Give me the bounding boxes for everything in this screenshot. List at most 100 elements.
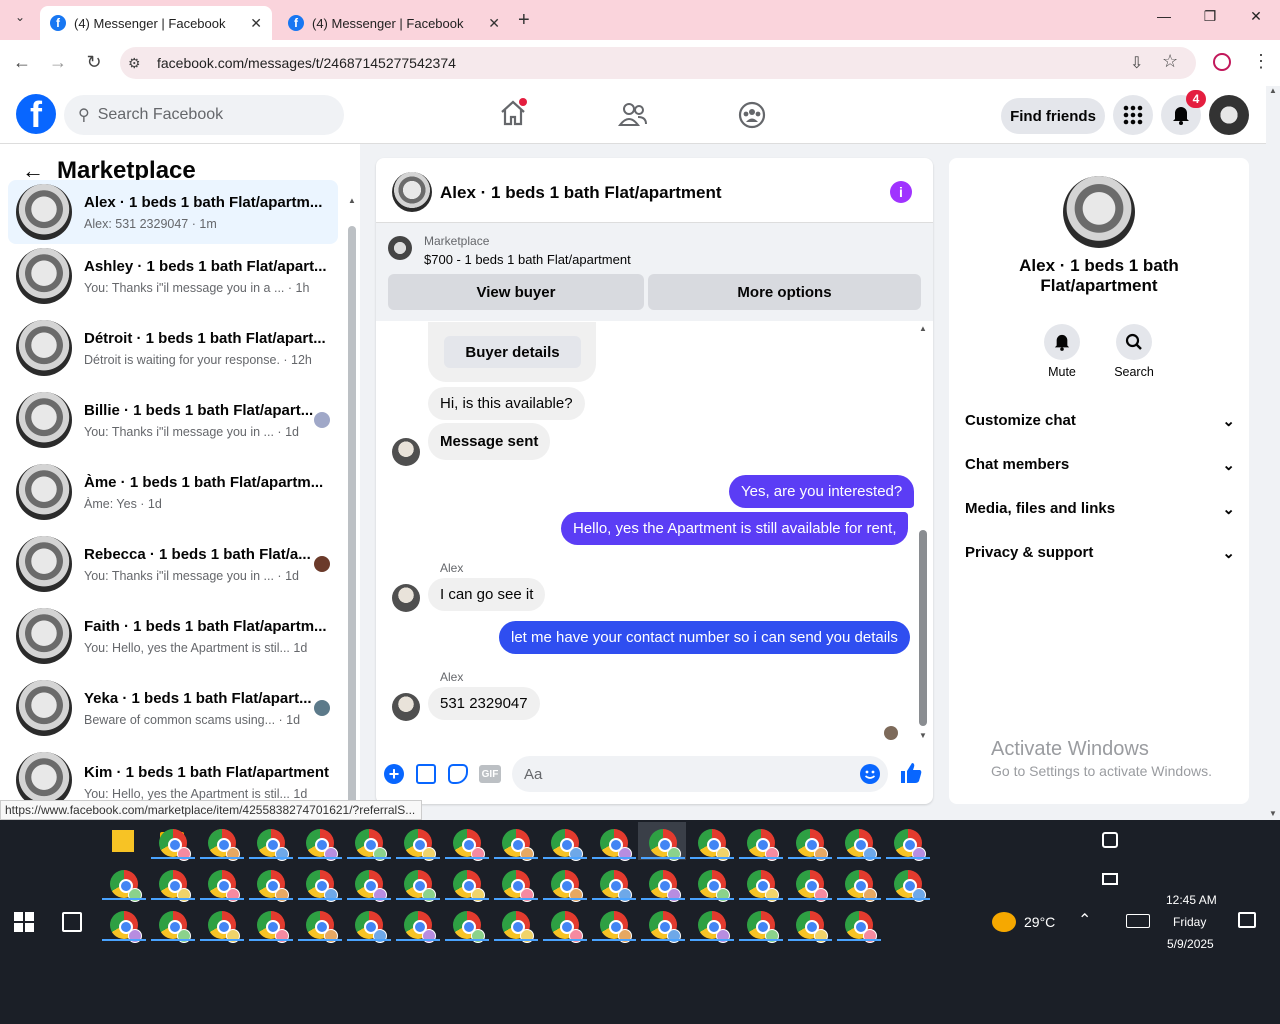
page-scrollbar[interactable]: ▲ ▼ [1266, 86, 1280, 820]
chrome-profile-icon[interactable] [208, 829, 240, 861]
conversation-item[interactable]: Billie · 1 beds 1 bath Flat/apart... You:… [8, 388, 338, 452]
photo-icon[interactable] [416, 764, 436, 784]
buyer-details-button[interactable]: Buyer details [444, 336, 581, 368]
profile-icon[interactable] [1213, 53, 1231, 71]
chrome-profile-icon[interactable] [502, 870, 534, 902]
search-facebook-input[interactable]: ⚲ Search Facebook [64, 95, 344, 135]
home-icon[interactable] [498, 98, 528, 128]
chrome-profile-icon[interactable] [355, 870, 387, 902]
chrome-profile-icon[interactable] [845, 829, 877, 861]
chrome-profile-icon[interactable] [159, 870, 191, 902]
chrome-profile-icon[interactable] [257, 911, 289, 943]
chat-avatar[interactable] [392, 172, 432, 212]
back-icon[interactable]: ← [10, 52, 34, 73]
chrome-profile-icon[interactable] [649, 829, 681, 861]
meet-now-icon[interactable] [1102, 832, 1118, 848]
chrome-profile-icon[interactable] [649, 870, 681, 902]
left-scrollbar[interactable]: ▲ [348, 196, 356, 806]
chrome-profile-icon[interactable] [796, 870, 828, 902]
restore-icon[interactable]: ❐ [1190, 8, 1230, 32]
chrome-profile-icon[interactable] [747, 870, 779, 902]
browser-menu-icon[interactable]: ⋮ [1252, 51, 1270, 72]
privacy-support-section[interactable]: Privacy & support ⌄ [965, 544, 1235, 562]
weather-sun-icon[interactable] [992, 912, 1016, 932]
conversation-item[interactable]: Yeka · 1 beds 1 bath Flat/apart... Beware… [8, 676, 338, 740]
gif-icon[interactable]: GIF [479, 765, 501, 783]
chat-scrollbar[interactable]: ▲ ▼ [918, 324, 928, 740]
chrome-profile-icon[interactable] [110, 911, 142, 943]
search-icon[interactable] [1116, 324, 1152, 360]
tab-messenger-1[interactable]: f (4) Messenger | Facebook ✕ [40, 6, 272, 40]
clock-date[interactable]: 5/9/2025 [1167, 937, 1214, 951]
customize-chat-section[interactable]: Customize chat ⌄ [965, 412, 1235, 430]
chrome-profile-icon[interactable] [698, 911, 730, 943]
close-tab-icon[interactable]: ✕ [488, 15, 500, 32]
chrome-profile-icon[interactable] [551, 911, 583, 943]
chrome-profile-icon[interactable] [796, 829, 828, 861]
more-options-button[interactable]: More options [648, 274, 921, 310]
reload-icon[interactable]: ↻ [82, 52, 106, 73]
account-avatar[interactable] [1209, 95, 1249, 135]
chrome-profile-icon[interactable] [845, 870, 877, 902]
profile-photo[interactable] [1063, 176, 1135, 248]
chrome-profile-icon[interactable] [404, 911, 436, 943]
message-input[interactable]: Aa [512, 756, 888, 792]
chrome-profile-icon[interactable] [551, 870, 583, 902]
chrome-profile-icon[interactable] [257, 870, 289, 902]
chrome-profile-icon[interactable] [551, 829, 583, 861]
chrome-profile-icon[interactable] [159, 911, 191, 943]
chrome-profile-icon[interactable] [747, 911, 779, 943]
bookmark-star-icon[interactable]: ☆ [1162, 51, 1178, 72]
chrome-profile-icon[interactable] [404, 829, 436, 861]
chrome-profile-icon[interactable] [796, 911, 828, 943]
chat-title[interactable]: Alex · 1 beds 1 bath Flat/apartment [440, 183, 722, 203]
view-buyer-button[interactable]: View buyer [388, 274, 644, 310]
site-info-icon[interactable]: ⚙ [128, 55, 141, 72]
conversation-item[interactable]: Ashley · 1 beds 1 bath Flat/apart... You:… [8, 244, 338, 308]
conversation-item[interactable]: Détroit · 1 beds 1 bath Flat/apart... Dét… [8, 316, 338, 380]
sticky-notes-icon[interactable] [112, 830, 134, 852]
conversation-item[interactable]: Rebecca · 1 beds 1 bath Flat/a... You: Th… [8, 532, 338, 596]
chrome-profile-icon[interactable] [110, 870, 142, 902]
listing-summary[interactable]: $700 - 1 beds 1 bath Flat/apartment [424, 252, 631, 267]
chrome-profile-icon[interactable] [747, 829, 779, 861]
conversation-item[interactable]: Àme · 1 beds 1 bath Flat/apartm... Àme: Y… [8, 460, 338, 524]
chrome-profile-icon[interactable] [453, 870, 485, 902]
install-app-icon[interactable]: ⇩ [1130, 53, 1143, 73]
chrome-profile-icon[interactable] [208, 911, 240, 943]
chrome-profile-icon[interactable] [355, 911, 387, 943]
forward-icon[interactable]: → [46, 52, 70, 73]
chrome-profile-icon[interactable] [502, 911, 534, 943]
close-window-icon[interactable]: ✕ [1236, 8, 1276, 32]
chrome-profile-icon[interactable] [208, 870, 240, 902]
chrome-profile-icon[interactable] [845, 911, 877, 943]
chrome-profile-icon[interactable] [649, 911, 681, 943]
chrome-profile-icon[interactable] [306, 829, 338, 861]
chrome-profile-icon[interactable] [453, 911, 485, 943]
url-text[interactable]: facebook.com/messages/t/2468714527754237… [157, 55, 456, 71]
chrome-profile-icon[interactable] [159, 829, 191, 861]
clock-day[interactable]: Friday [1173, 915, 1206, 929]
chrome-profile-icon[interactable] [600, 870, 632, 902]
chrome-profile-icon[interactable] [257, 829, 289, 861]
conversation-item[interactable]: Kim · 1 beds 1 bath Flat/apartment You: H… [8, 748, 338, 800]
clock-time[interactable]: 12:45 AM [1166, 893, 1217, 907]
menu-grid-icon[interactable] [1113, 95, 1153, 135]
tab-messenger-2[interactable]: f (4) Messenger | Facebook ✕ [278, 6, 510, 40]
windows-start-icon[interactable] [14, 912, 34, 932]
like-thumb-icon[interactable] [899, 761, 923, 791]
chrome-profile-icon[interactable] [600, 911, 632, 943]
find-friends-button[interactable]: Find friends [1001, 98, 1105, 134]
chat-members-section[interactable]: Chat members ⌄ [965, 456, 1235, 474]
keyboard-icon[interactable] [1126, 914, 1150, 928]
close-tab-icon[interactable]: ✕ [250, 15, 262, 32]
friends-icon[interactable] [617, 100, 648, 130]
new-tab-button[interactable]: + [518, 9, 530, 32]
tab-search-chevron-icon[interactable]: ⌄ [8, 10, 32, 30]
chrome-profile-icon[interactable] [894, 829, 926, 861]
add-attachment-icon[interactable]: + [384, 764, 404, 784]
conversation-item[interactable]: Faith · 1 beds 1 bath Flat/apartm... You:… [8, 604, 338, 668]
mute-bell-icon[interactable] [1044, 324, 1080, 360]
facebook-logo-icon[interactable]: f [16, 94, 56, 134]
conversation-item[interactable]: Alex · 1 beds 1 bath Flat/apartm... Alex:… [8, 180, 338, 244]
